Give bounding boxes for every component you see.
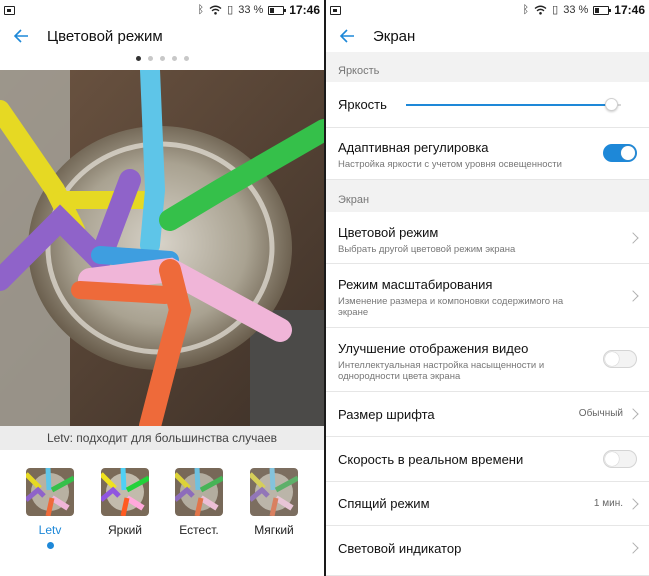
brightness-slider[interactable] bbox=[406, 98, 621, 111]
realtime-speed-toggle[interactable] bbox=[603, 450, 637, 468]
page-title: Цветовой режим bbox=[47, 27, 163, 45]
row-title: Режим масштабирования bbox=[338, 277, 493, 292]
sim-icon: ▯ bbox=[227, 3, 234, 16]
selected-indicator bbox=[46, 542, 54, 549]
status-bar: ᛒ ▯ 33 % 17:46 bbox=[0, 0, 324, 20]
row-title: Цветовой режим bbox=[338, 225, 439, 240]
mode-thumbnail bbox=[101, 468, 149, 516]
row-subtitle: Выбрать другой цветовой режим экрана bbox=[338, 244, 516, 255]
section-header-screen: Экран bbox=[326, 180, 649, 212]
battery-icon bbox=[593, 5, 612, 15]
adaptive-brightness-row[interactable]: Адаптивная регулировка Настройка яркости… bbox=[326, 128, 649, 180]
screenshot-icon bbox=[330, 5, 341, 15]
scaling-mode-row[interactable]: Режим масштабирования Изменение размера … bbox=[326, 264, 649, 328]
mode-label: Естест. bbox=[179, 523, 219, 537]
color-mode-screen: ᛒ ▯ 33 % 17:46 Цветовой режим Letv: подх… bbox=[0, 0, 324, 576]
clock: 17:46 bbox=[614, 3, 645, 17]
mode-thumbnail bbox=[250, 468, 298, 516]
row-title: Улучшение отображения видео bbox=[338, 341, 529, 356]
font-size-row[interactable]: Размер шрифта Обычный bbox=[326, 392, 649, 437]
mode-selector: Letv Яркий Естест. Мягкий bbox=[0, 468, 324, 568]
battery-percent: 33 % bbox=[563, 3, 589, 16]
mode-label: Яркий bbox=[108, 523, 142, 537]
wifi-icon bbox=[534, 5, 547, 15]
row-title: Световой индикатор bbox=[338, 541, 462, 556]
status-bar: ᛒ ▯ 33 % 17:46 bbox=[326, 0, 649, 20]
mode-label: Letv bbox=[38, 523, 62, 537]
light-indicator-row[interactable]: Световой индикатор bbox=[326, 526, 649, 576]
battery-icon bbox=[268, 5, 287, 15]
clock: 17:46 bbox=[289, 3, 320, 17]
pager-dot[interactable] bbox=[183, 56, 189, 61]
brightness-row: Яркость bbox=[326, 82, 649, 128]
mode-option-natural[interactable]: Естест. bbox=[169, 468, 229, 537]
battery-percent: 33 % bbox=[238, 3, 264, 16]
mode-option-soft[interactable]: Мягкий bbox=[244, 468, 304, 537]
adaptive-toggle[interactable] bbox=[603, 144, 637, 162]
section-header-brightness: Яркость bbox=[326, 56, 649, 82]
sleep-mode-row[interactable]: Спящий режим 1 мин. bbox=[326, 482, 649, 526]
wifi-icon bbox=[209, 5, 222, 15]
pager-dot[interactable] bbox=[159, 56, 165, 61]
toggle-knob bbox=[605, 352, 619, 366]
back-arrow-icon[interactable] bbox=[338, 27, 356, 45]
page-title: Экран bbox=[373, 27, 416, 45]
row-subtitle: Интеллектуальная настройка насыщенности … bbox=[338, 360, 545, 382]
video-enhancement-toggle[interactable] bbox=[603, 350, 637, 368]
row-subtitle: Изменение размера и компоновки содержимо… bbox=[338, 296, 564, 318]
realtime-speed-row[interactable]: Скорость в реальном времени bbox=[326, 437, 649, 482]
toggle-knob bbox=[621, 146, 635, 160]
app-bar: Экран bbox=[326, 20, 649, 52]
back-arrow-icon[interactable] bbox=[12, 27, 30, 45]
app-bar: Цветовой режим bbox=[0, 20, 324, 52]
mode-label: Мягкий bbox=[254, 523, 294, 537]
sleep-value: 1 мин. bbox=[593, 498, 623, 509]
pager-dot[interactable] bbox=[147, 56, 153, 61]
mode-option-bright[interactable]: Яркий bbox=[95, 468, 155, 537]
mode-caption: Letv: подходит для большинства случаев bbox=[0, 426, 324, 450]
pager-dot[interactable] bbox=[171, 56, 177, 61]
font-size-value: Обычный bbox=[578, 408, 623, 419]
display-settings-screen: ᛒ ▯ 33 % 17:46 Экран Яркость Яркость Ада… bbox=[326, 0, 649, 576]
row-subtitle: Настройка яркости с учетом уровня освеще… bbox=[338, 159, 562, 170]
preview-image[interactable] bbox=[0, 70, 324, 426]
mode-option-letv[interactable]: Letv bbox=[20, 468, 80, 549]
bluetooth-icon: ᛒ bbox=[522, 3, 530, 16]
mode-thumbnail bbox=[175, 468, 223, 516]
video-enhancement-row[interactable]: Улучшение отображения видео Интеллектуал… bbox=[326, 328, 649, 392]
sim-icon: ▯ bbox=[552, 3, 559, 16]
bluetooth-icon: ᛒ bbox=[197, 3, 205, 16]
pager-dots bbox=[0, 56, 324, 61]
slider-fill bbox=[406, 104, 613, 106]
color-mode-row[interactable]: Цветовой режим Выбрать другой цветовой р… bbox=[326, 212, 649, 264]
pager-dot[interactable] bbox=[135, 56, 141, 61]
mode-thumbnail bbox=[26, 468, 74, 516]
screenshot-icon bbox=[4, 5, 15, 15]
toggle-knob bbox=[605, 452, 619, 466]
